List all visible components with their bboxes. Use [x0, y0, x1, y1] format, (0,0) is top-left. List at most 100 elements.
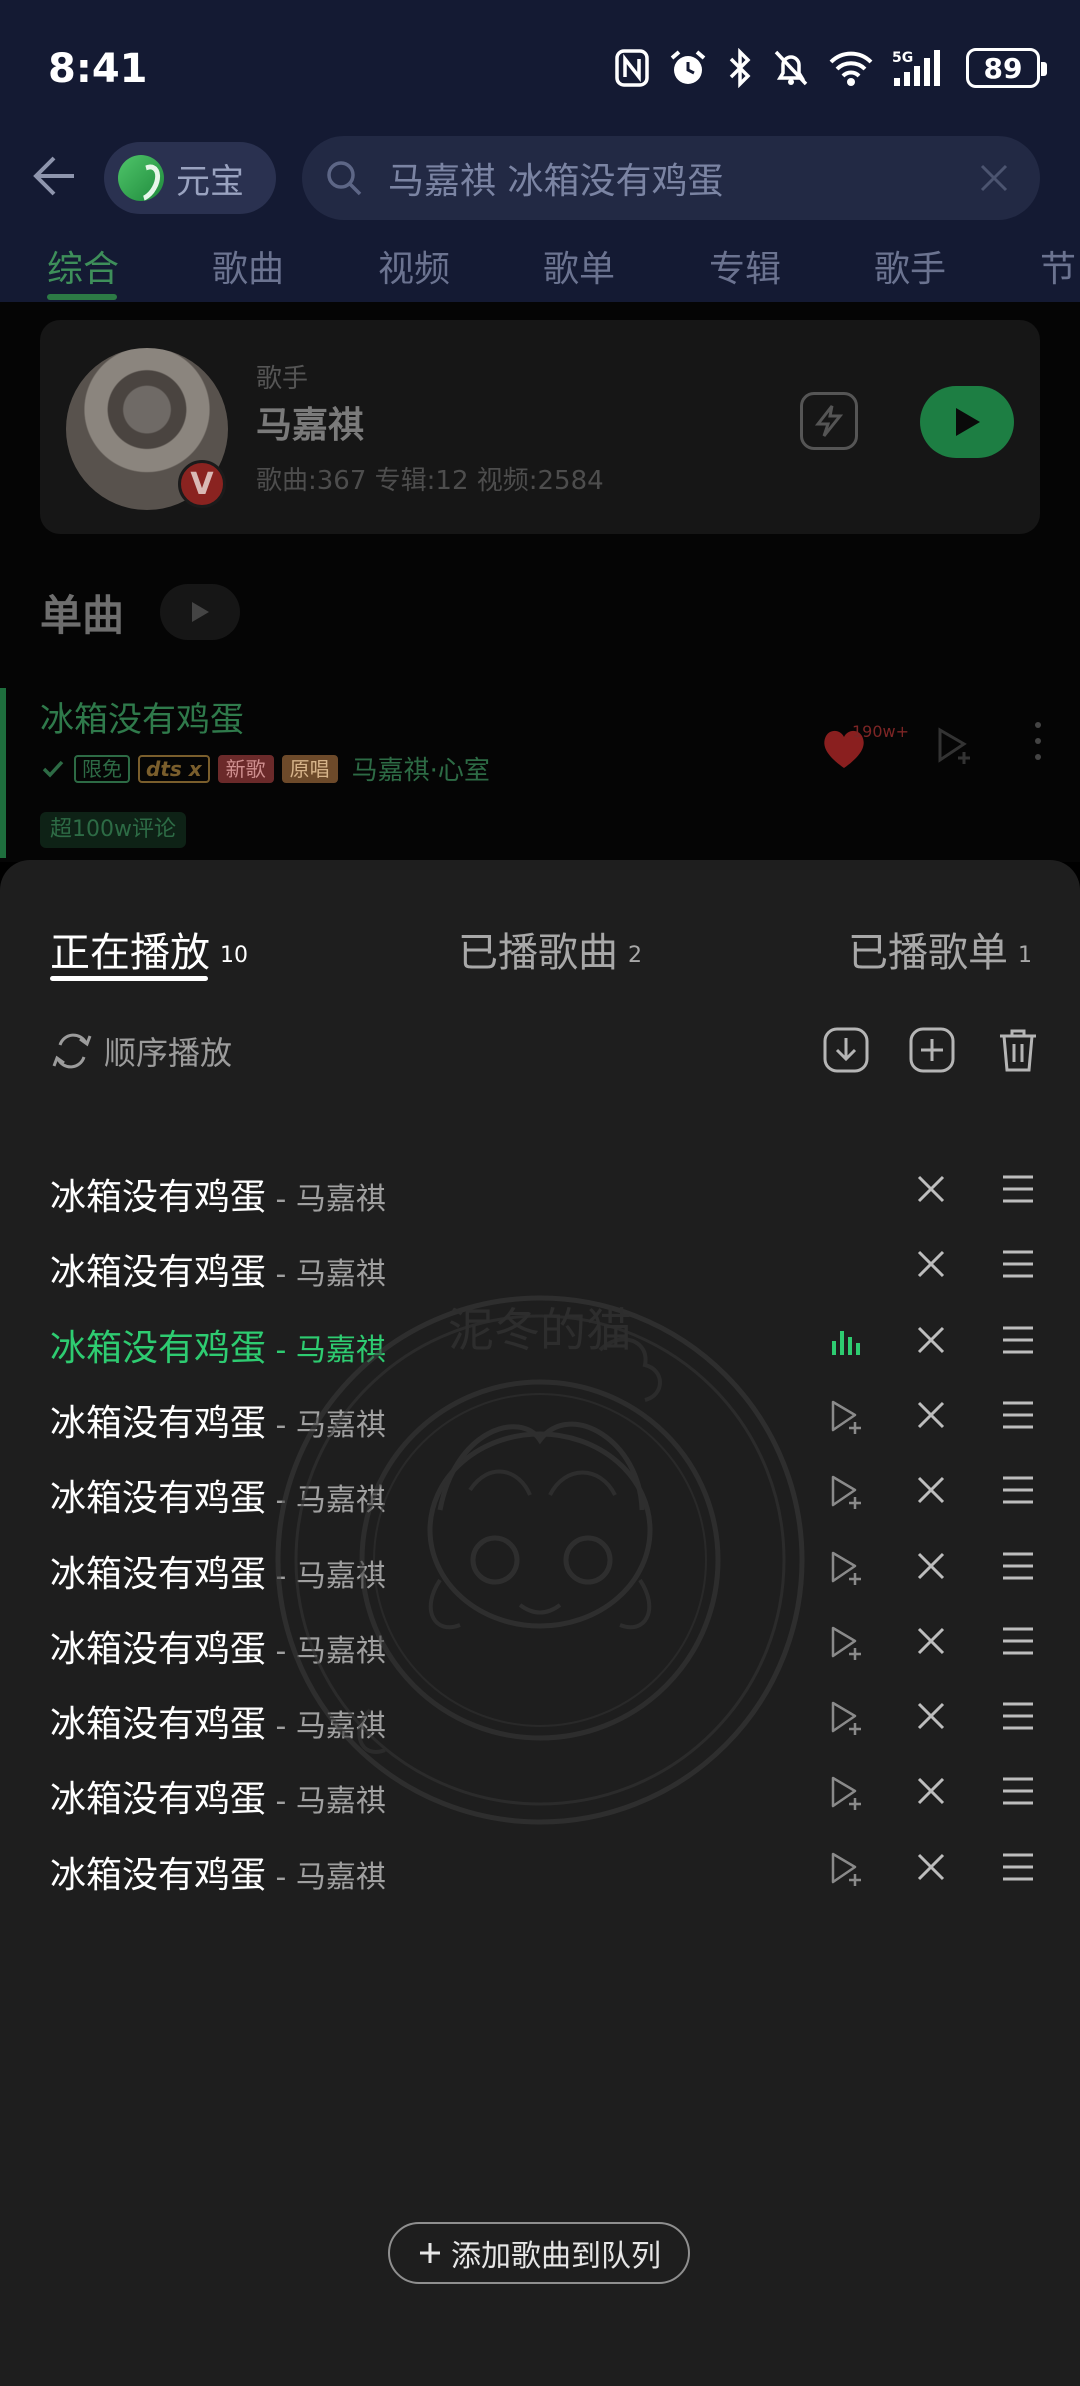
- play-queue-sheet: 正在播放 10 已播歌曲 2 已播歌单 1 顺序播放 冰箱没有鸡蛋 - 马嘉祺 冰箱没有…: [0, 860, 1080, 2386]
- tab-played-songs[interactable]: 已播歌曲 2: [458, 920, 642, 978]
- queue-item-separator: -: [266, 1860, 296, 1895]
- section-title: 单曲: [40, 591, 125, 640]
- search-input[interactable]: 马嘉祺 冰箱没有鸡蛋: [302, 136, 1040, 220]
- drag-handle-icon[interactable]: [1000, 1549, 1036, 1583]
- play-next-icon[interactable]: [828, 1473, 864, 1511]
- remove-icon[interactable]: [914, 1549, 948, 1583]
- queue-item-artist: 马嘉祺: [295, 1860, 386, 1895]
- play-artist-button[interactable]: [920, 386, 1014, 458]
- status-time: 8:41: [48, 46, 148, 92]
- play-icon: [192, 602, 209, 622]
- remove-icon[interactable]: [914, 1699, 948, 1733]
- free-badge: 限免: [74, 754, 130, 783]
- tab-played-playlists-count: 1: [1018, 943, 1032, 968]
- play-mode-button[interactable]: 顺序播放: [50, 1028, 232, 1074]
- trash-icon[interactable]: [994, 1026, 1042, 1074]
- play-next-icon[interactable]: [828, 1398, 864, 1436]
- mute-icon: [774, 50, 808, 86]
- drag-handle-icon[interactable]: [1000, 1398, 1036, 1432]
- nfc-icon: [615, 49, 649, 87]
- add-to-queue-button[interactable]: 添加歌曲到队列: [388, 2222, 690, 2284]
- song-title[interactable]: 冰箱没有鸡蛋: [40, 692, 244, 741]
- now-playing-bars-icon: [832, 1331, 860, 1355]
- artist-name: 马嘉祺: [256, 405, 365, 446]
- drag-handle-icon[interactable]: [1000, 1850, 1036, 1884]
- clear-icon[interactable]: [978, 162, 1010, 194]
- search-icon: [327, 161, 362, 196]
- tab-programs[interactable]: 节: [1040, 240, 1076, 292]
- yuanbao-button[interactable]: 元宝: [104, 142, 276, 214]
- tab-playlists[interactable]: 歌单: [543, 240, 615, 292]
- drag-handle-icon[interactable]: [1000, 1473, 1036, 1507]
- check-icon: [42, 760, 64, 778]
- remove-icon[interactable]: [914, 1247, 948, 1281]
- current-song-marker: [0, 688, 6, 858]
- tab-artists[interactable]: 歌手: [874, 240, 946, 292]
- artist-stats: 歌曲:367 专辑:12 视频:2584: [256, 466, 604, 496]
- drag-handle-icon[interactable]: [1000, 1699, 1036, 1733]
- drag-handle-icon[interactable]: [1000, 1774, 1036, 1808]
- verified-badge: V: [178, 460, 226, 508]
- play-next-icon[interactable]: [828, 1624, 864, 1662]
- svg-text:5G: 5G: [892, 50, 913, 66]
- search-results: V 歌手 马嘉祺 歌曲:367 专辑:12 视频:2584 单曲 冰箱没有鸡蛋 …: [0, 302, 1080, 862]
- yuanbao-label: 元宝: [176, 161, 244, 202]
- play-next-icon[interactable]: [828, 1699, 864, 1737]
- more-icon[interactable]: [1030, 722, 1046, 770]
- drag-handle-icon[interactable]: [1000, 1247, 1036, 1281]
- play-next-icon[interactable]: [828, 1850, 864, 1888]
- battery-icon: 89: [966, 48, 1047, 88]
- drag-handle-icon[interactable]: [1000, 1172, 1036, 1206]
- alarm-icon: [670, 50, 706, 84]
- original-badge: 原唱: [281, 754, 338, 783]
- wifi-icon: [829, 51, 873, 86]
- remove-icon[interactable]: [914, 1624, 948, 1658]
- remove-icon[interactable]: [914, 1774, 948, 1808]
- dtsx-badge: dts x: [138, 754, 210, 783]
- radio-button[interactable]: [800, 392, 858, 450]
- bluetooth-icon: [729, 48, 751, 88]
- queue-item-song: 冰箱没有鸡蛋: [50, 1855, 267, 1896]
- likes-count: 190w+: [852, 722, 910, 741]
- search-header: 元宝 马嘉祺 冰箱没有鸡蛋: [0, 130, 1080, 240]
- remove-icon[interactable]: [914, 1172, 948, 1206]
- tab-albums[interactable]: 专辑: [709, 240, 781, 292]
- remove-icon[interactable]: [914, 1850, 948, 1884]
- tab-played-songs-label: 已播歌曲: [458, 930, 618, 976]
- tab-now-playing[interactable]: 正在播放 10: [50, 920, 248, 978]
- status-bar: 8:41 5G 89: [0, 0, 1080, 130]
- remove-icon[interactable]: [914, 1473, 948, 1507]
- play-singles-button[interactable]: [160, 584, 240, 640]
- drag-handle-icon[interactable]: [1000, 1323, 1036, 1357]
- download-icon[interactable]: [822, 1026, 870, 1074]
- remove-icon[interactable]: [914, 1323, 948, 1357]
- tab-played-playlists[interactable]: 已播歌单 1: [848, 920, 1032, 978]
- tab-now-playing-label: 正在播放: [50, 930, 210, 976]
- signal-icon: 5G: [892, 50, 940, 86]
- queue-item-title: 冰箱没有鸡蛋 - 马嘉祺: [50, 1846, 386, 1898]
- tab-all[interactable]: 综合: [47, 240, 119, 292]
- play-next-icon[interactable]: [828, 1774, 864, 1812]
- queue-item[interactable]: 冰箱没有鸡蛋 - 马嘉祺: [0, 1812, 1080, 1926]
- add-to-queue-label: 添加歌曲到队列: [451, 2239, 661, 2274]
- search-tabs: 综合 歌曲 视频 歌单 专辑 歌手 节: [0, 240, 1080, 302]
- play-next-icon[interactable]: [828, 1549, 864, 1587]
- tab-now-playing-count: 10: [220, 943, 248, 968]
- back-arrow-icon[interactable]: [20, 146, 80, 206]
- tab-indicator: [47, 294, 117, 300]
- remove-icon[interactable]: [914, 1398, 948, 1432]
- plus-icon: [420, 2243, 440, 2263]
- play-next-icon[interactable]: [934, 726, 974, 766]
- tab-songs[interactable]: 歌曲: [212, 240, 284, 292]
- drag-handle-icon[interactable]: [1000, 1624, 1036, 1658]
- add-to-playlist-icon[interactable]: [908, 1026, 956, 1074]
- yuanbao-logo-icon: [118, 155, 164, 201]
- play-mode-label: 顺序播放: [104, 1034, 233, 1072]
- song-artist-album[interactable]: 马嘉祺·心室: [352, 750, 490, 787]
- tab-played-playlists-label: 已播歌单: [848, 930, 1008, 976]
- tab-videos[interactable]: 视频: [378, 240, 450, 292]
- artist-type: 歌手: [256, 364, 309, 394]
- artist-card[interactable]: V 歌手 马嘉祺 歌曲:367 专辑:12 视频:2584: [40, 320, 1040, 534]
- comments-badge[interactable]: 超100w评论: [40, 812, 186, 848]
- repeat-icon: [52, 1033, 92, 1069]
